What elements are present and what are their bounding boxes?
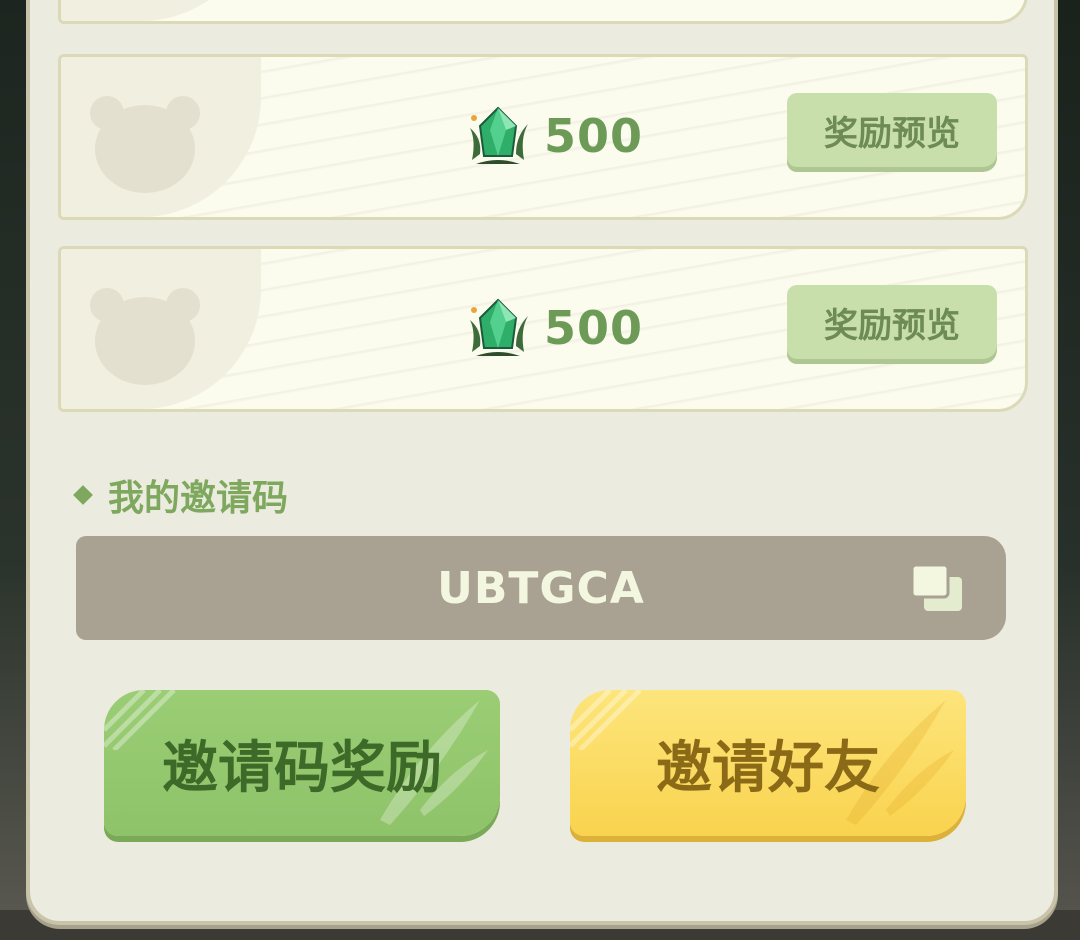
reward-amount: 500 <box>544 301 644 355</box>
section-title: 我的邀请码 <box>108 478 289 519</box>
stripe-decoration <box>570 690 642 750</box>
reward-display: 500 <box>466 101 643 171</box>
reward-card: 500 奖励预览 <box>58 54 1028 220</box>
diamond-bullet-icon <box>73 485 93 505</box>
reward-preview-button[interactable]: 奖励预览 <box>787 285 997 359</box>
bear-silhouette-icon <box>90 96 200 193</box>
invite-friends-button[interactable]: 邀请好友 <box>570 690 966 836</box>
invite-code-reward-button[interactable]: 邀请码奖励 <box>104 690 500 836</box>
bear-silhouette-icon <box>90 288 200 385</box>
green-gem-icon <box>470 298 528 356</box>
copy-icon[interactable] <box>910 563 966 615</box>
green-gem-icon <box>470 106 528 164</box>
invite-code-section-label: 我的邀请码 <box>73 469 289 521</box>
reward-card-partial <box>58 0 1028 24</box>
reward-card: 500 奖励预览 <box>58 246 1028 412</box>
reward-amount: 500 <box>544 109 644 163</box>
invite-code-value: UBTGCA <box>437 562 645 614</box>
invite-panel: 500 奖励预览 500 奖励预览 我的邀请码 UBTGCA 邀请码奖励 邀请好… <box>26 0 1058 925</box>
button-label: 邀请好友 <box>656 735 880 801</box>
button-label: 邀请码奖励 <box>162 735 442 801</box>
reward-preview-button[interactable]: 奖励预览 <box>787 93 997 167</box>
reward-display: 500 <box>466 293 643 363</box>
invite-code-box: UBTGCA <box>76 536 1006 640</box>
card-shade <box>61 0 261 21</box>
